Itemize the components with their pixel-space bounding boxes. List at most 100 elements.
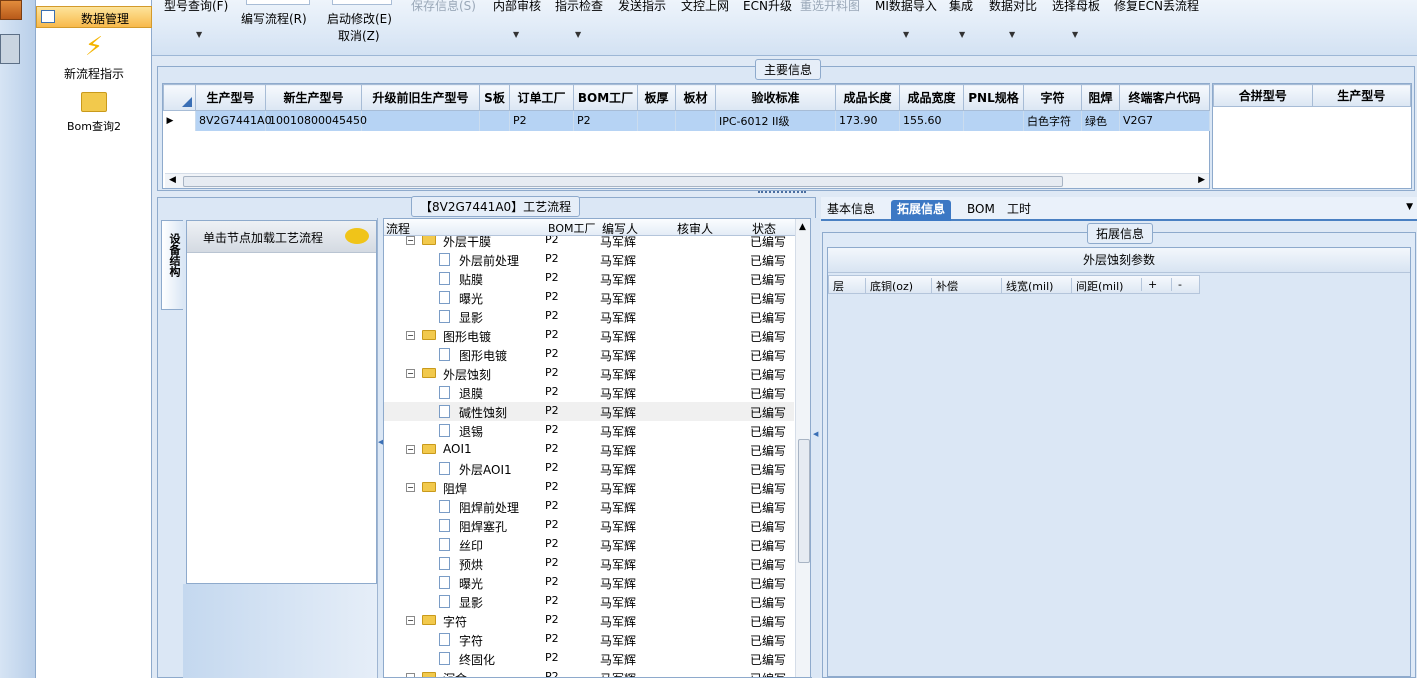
nav-item-bom-query[interactable]: Bom查询2	[36, 92, 152, 134]
column-header[interactable]: 编写人	[602, 220, 638, 237]
table-row[interactable]: ▶ 8V2G7441A0 10010800045450 P2 P2 IPC-60…	[163, 110, 1210, 131]
toolbar-save-info[interactable]: 保存信息(S)	[411, 0, 476, 14]
column-header[interactable]: 补偿	[931, 278, 958, 294]
scroll-right-icon[interactable]: ▶	[1198, 175, 1205, 185]
toolbar-mi-import[interactable]: MI数据导入	[875, 0, 937, 14]
toolbar-data-compare[interactable]: 数据对比	[989, 0, 1037, 14]
column-header[interactable]: 阻焊	[1081, 84, 1120, 111]
column-header[interactable]: 流程	[386, 220, 410, 237]
toolbar-integrate[interactable]: 集成	[949, 0, 973, 14]
column-header[interactable]: 终端客户代码	[1119, 84, 1210, 111]
cell[interactable]	[361, 110, 480, 131]
collapse-toggle-icon[interactable]: −	[406, 673, 415, 677]
collapse-toggle-icon[interactable]: −	[406, 445, 415, 454]
column-header[interactable]: 订单工厂	[509, 84, 574, 111]
vertical-tab-device[interactable]: 设备结构	[161, 220, 183, 310]
column-header[interactable]: PNL规格	[963, 84, 1024, 111]
tree-row[interactable]: 终固化 P2 马军辉 已编写	[384, 649, 794, 668]
cell[interactable]: P2	[509, 110, 574, 131]
toolbar-select-master[interactable]: 选择母板	[1052, 0, 1100, 14]
cell[interactable]: V2G7	[1119, 110, 1210, 131]
column-header[interactable]: 核审人	[677, 220, 713, 237]
remove-row-button[interactable]: -	[1171, 278, 1182, 291]
tree-row[interactable]: 退锡 P2 马军辉 已编写	[384, 421, 794, 440]
dropdown-arrow-icon[interactable]: ▼	[513, 30, 519, 39]
tree-row[interactable]: − 沉金 P2 马军辉 已编写	[384, 668, 794, 677]
tabs-dropdown-icon[interactable]: ▼	[1406, 202, 1413, 212]
tree-row[interactable]: 外层前处理 P2 马军辉 已编写	[384, 250, 794, 269]
cell[interactable]: 8V2G7441A0	[195, 110, 272, 131]
toolbar-internal-review[interactable]: 内部审核	[493, 0, 541, 14]
tree-row[interactable]: 显影 P2 马军辉 已编写	[384, 592, 794, 611]
dropdown-arrow-icon[interactable]: ▼	[1072, 30, 1078, 39]
dropdown-arrow-icon[interactable]: ▼	[959, 30, 965, 39]
column-header[interactable]: BOM工厂	[548, 220, 596, 236]
tree-row[interactable]: 预烘 P2 马军辉 已编写	[384, 554, 794, 573]
toolbar-write-process[interactable]: 编写流程(R)	[241, 10, 307, 27]
tree-row[interactable]: 曝光 P2 马军辉 已编写	[384, 573, 794, 592]
cell[interactable]	[637, 110, 676, 131]
tree-row[interactable]: − 外层干膜 P2 马军辉 已编写	[384, 236, 794, 250]
toolbar-cancel[interactable]: 取消(Z)	[338, 27, 380, 44]
hint-bar[interactable]: 单击节点加载工艺流程	[187, 221, 376, 253]
column-header[interactable]: 合拼型号	[1213, 84, 1313, 107]
column-header[interactable]: 底铜(oz)	[865, 278, 913, 294]
column-header[interactable]: 升级前旧生产型号	[361, 84, 480, 111]
cell[interactable]	[479, 110, 510, 131]
toolbar-model-query[interactable]: 型号查询(F)	[164, 0, 228, 14]
tree-row[interactable]: 碱性蚀刻 P2 马军辉 已编写	[384, 402, 794, 421]
toolbar-fix-ecn[interactable]: 修复ECN丢流程	[1114, 0, 1199, 14]
tree-row[interactable]: 曝光 P2 马军辉 已编写	[384, 288, 794, 307]
column-header[interactable]: 生产型号	[195, 84, 266, 111]
column-header[interactable]: S板	[479, 84, 510, 111]
dropdown-arrow-icon[interactable]: ▼	[196, 30, 202, 39]
tree-row[interactable]: − AOI1 P2 马军辉 已编写	[384, 440, 794, 459]
dropdown-arrow-icon[interactable]: ▼	[575, 30, 581, 39]
tab-work-hours[interactable]: 工时	[1001, 200, 1037, 221]
collapse-toggle-icon[interactable]: −	[406, 369, 415, 378]
cell[interactable]: 白色字符	[1023, 110, 1082, 131]
tree-row[interactable]: 贴膜 P2 马军辉 已编写	[384, 269, 794, 288]
scroll-thumb[interactable]	[183, 176, 1063, 187]
column-header[interactable]: BOM工厂	[573, 84, 638, 111]
scroll-up-icon[interactable]: ▲	[799, 222, 806, 232]
nav-group-header[interactable]: 数据管理	[36, 6, 152, 28]
column-header[interactable]: 状态	[752, 220, 776, 237]
toolbar-input[interactable]	[332, 0, 392, 5]
toolbar-input[interactable]	[246, 0, 310, 5]
tree-row[interactable]: − 图形电镀 P2 马军辉 已编写	[384, 326, 794, 345]
vertical-scrollbar[interactable]: ▲	[795, 219, 810, 677]
tree-row[interactable]: 字符 P2 马军辉 已编写	[384, 630, 794, 649]
tab-extended-info[interactable]: 拓展信息	[891, 200, 952, 221]
scroll-left-icon[interactable]: ◀	[169, 175, 176, 185]
tree-row[interactable]: 显影 P2 马军辉 已编写	[384, 307, 794, 326]
tree-row[interactable]: − 阻焊 P2 马军辉 已编写	[384, 478, 794, 497]
cell[interactable]	[963, 110, 1024, 131]
column-header[interactable]: 成品宽度	[899, 84, 964, 111]
column-header[interactable]: 验收标准	[715, 84, 836, 111]
horizontal-scrollbar[interactable]: ◀ ▶	[165, 173, 1209, 188]
cell[interactable]	[675, 110, 716, 131]
calculator-icon[interactable]	[0, 34, 20, 64]
tree-row[interactable]: 图形电镀 P2 马军辉 已编写	[384, 345, 794, 364]
cell[interactable]: 155.60	[899, 110, 964, 131]
splitter-handle[interactable]	[758, 191, 806, 195]
toolbar-ecn-upgrade[interactable]: ECN升级	[743, 0, 792, 14]
column-header[interactable]: 生产型号	[1311, 84, 1411, 107]
tree-row[interactable]: 阻焊前处理 P2 马军辉 已编写	[384, 497, 794, 516]
collapse-toggle-icon[interactable]: −	[406, 483, 415, 492]
dropdown-arrow-icon[interactable]: ▼	[903, 30, 909, 39]
column-header[interactable]: 成品长度	[835, 84, 900, 111]
toolbar-doc-control[interactable]: 文控上网	[681, 0, 729, 14]
tab-basic-info[interactable]: 基本信息	[821, 200, 881, 221]
cell[interactable]: 173.90	[835, 110, 900, 131]
column-header[interactable]: 新生产型号	[265, 84, 362, 111]
cell[interactable]: P2	[573, 110, 638, 131]
tree-row[interactable]: 退膜 P2 马军辉 已编写	[384, 383, 794, 402]
splitter-bar-right[interactable]: ◀	[812, 218, 820, 678]
cell[interactable]: IPC-6012 II级	[715, 110, 836, 131]
column-header[interactable]: 板材	[675, 84, 716, 111]
nav-item-new-process[interactable]: ⚡ 新流程指示	[36, 32, 152, 82]
column-header[interactable]: 板厚	[637, 84, 676, 111]
tree-row[interactable]: 丝印 P2 马军辉 已编写	[384, 535, 794, 554]
